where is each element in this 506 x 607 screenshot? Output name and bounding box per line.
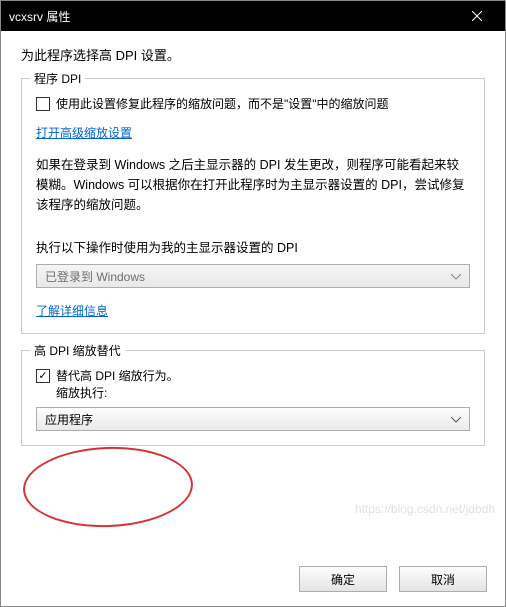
properties-dialog: vcxsrv 属性 为此程序选择高 DPI 设置。 程序 DPI 使用此设置修复… <box>0 0 506 607</box>
override-scaling-row: 替代高 DPI 缩放行为。 缩放执行: <box>36 367 470 401</box>
dpi-description: 如果在登录到 Windows 之后主显示器的 DPI 发生更改，则程序可能看起来… <box>36 155 470 215</box>
close-icon <box>472 11 482 21</box>
dpi-timing-combobox: 已登录到 Windows <box>36 264 470 288</box>
chevron-down-icon <box>451 412 461 426</box>
program-dpi-legend: 程序 DPI <box>30 70 85 87</box>
advanced-scaling-link[interactable]: 打开高级缩放设置 <box>36 124 132 141</box>
window-title: vcxsrv 属性 <box>9 8 457 25</box>
override-scaling-checkbox[interactable] <box>36 369 50 383</box>
fix-scaling-checkbox[interactable] <box>36 97 50 111</box>
chevron-down-icon <box>451 269 461 283</box>
scaling-performed-by-value: 应用程序 <box>45 411 93 428</box>
titlebar: vcxsrv 属性 <box>1 1 505 31</box>
main-display-dpi-label: 执行以下操作时使用为我的主显示器设置的 DPI <box>36 237 470 256</box>
dpi-timing-value: 已登录到 Windows <box>45 268 145 285</box>
ok-button[interactable]: 确定 <box>299 566 387 592</box>
close-button[interactable] <box>457 1 497 31</box>
high-dpi-override-legend: 高 DPI 缩放替代 <box>30 342 125 359</box>
learn-more-link[interactable]: 了解详细信息 <box>36 302 108 319</box>
high-dpi-override-group: 高 DPI 缩放替代 替代高 DPI 缩放行为。 缩放执行: 应用程序 <box>21 350 485 446</box>
watermark-text: https://blog.csdn.net/jdbdh <box>355 502 495 516</box>
dialog-buttons: 确定 取消 <box>1 556 505 606</box>
content-area: 为此程序选择高 DPI 设置。 程序 DPI 使用此设置修复此程序的缩放问题，而… <box>1 31 505 556</box>
intro-text: 为此程序选择高 DPI 设置。 <box>21 45 485 64</box>
override-label-line2: 缩放执行: <box>56 386 107 400</box>
override-label-line1: 替代高 DPI 缩放行为。 <box>56 369 179 383</box>
fix-scaling-label: 使用此设置修复此程序的缩放问题，而不是"设置"中的缩放问题 <box>56 95 389 112</box>
cancel-button[interactable]: 取消 <box>399 566 487 592</box>
program-dpi-group: 程序 DPI 使用此设置修复此程序的缩放问题，而不是"设置"中的缩放问题 打开高… <box>21 78 485 334</box>
scaling-performed-by-combobox[interactable]: 应用程序 <box>36 407 470 431</box>
override-scaling-label: 替代高 DPI 缩放行为。 缩放执行: <box>56 367 179 401</box>
fix-scaling-row: 使用此设置修复此程序的缩放问题，而不是"设置"中的缩放问题 <box>36 95 470 112</box>
annotation-ellipse <box>22 444 195 530</box>
